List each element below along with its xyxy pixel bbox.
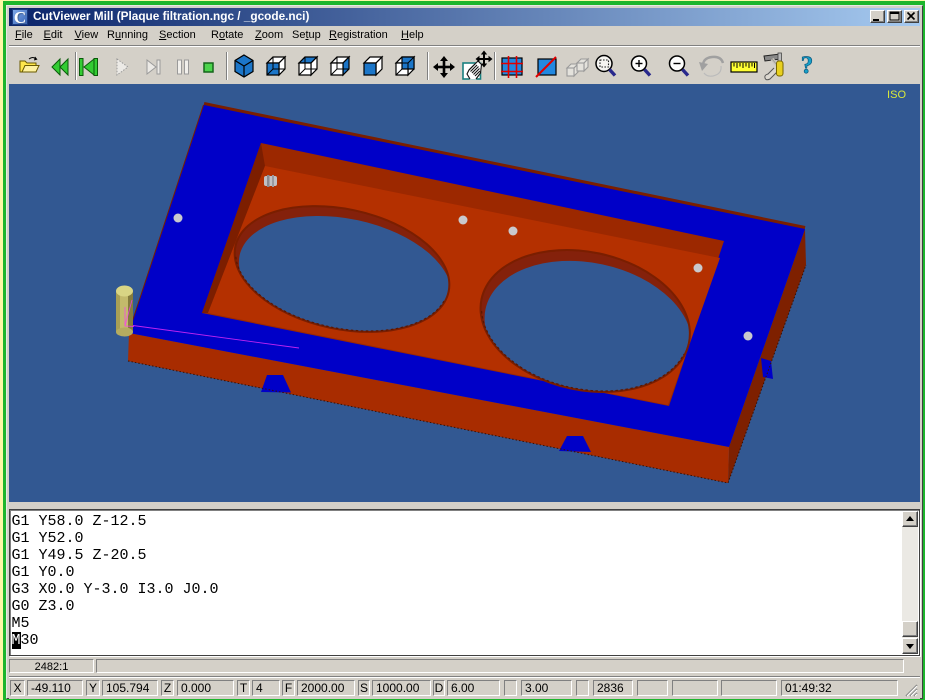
svg-text:?: ? (801, 52, 814, 79)
